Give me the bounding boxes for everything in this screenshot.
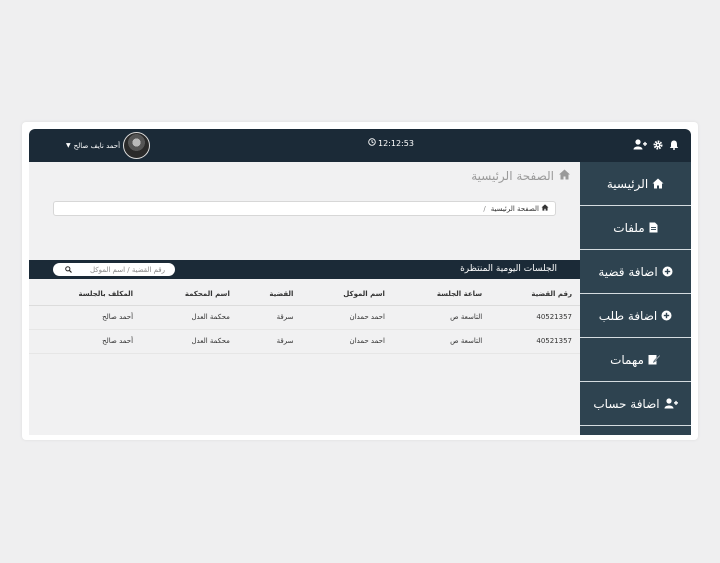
column-header: اسم الموكل	[301, 283, 393, 306]
clock-time: 12:12:53	[378, 138, 414, 148]
user-name[interactable]: أحمد نايف صالح	[74, 142, 120, 150]
plus-circle-icon	[661, 310, 672, 321]
breadcrumb-separator: /	[483, 204, 486, 213]
table-cell: أحمد صالح	[102, 337, 134, 345]
sidebar-item-label: اضافة طلب	[598, 308, 658, 323]
home-icon[interactable]	[541, 204, 549, 213]
table-cell: 40521357	[536, 313, 572, 321]
gear-icon[interactable]	[653, 139, 663, 150]
clock-icon	[368, 138, 376, 148]
main-card: 12:12:53 ▼ أحمد نايف صالح الرئيسية ملفات	[22, 122, 698, 440]
sidebar: الرئيسية ملفات اضافة قضية اضافة طلب مهما…	[580, 162, 691, 435]
sessions-header: الجلسات اليومية المنتظرة رقم القضية / اس…	[29, 260, 580, 279]
table-cell: 40521357	[536, 337, 572, 345]
sidebar-item-label: اضافة قضية	[598, 264, 658, 279]
sidebar-item-home[interactable]: الرئيسية	[580, 162, 691, 206]
main-content: الصفحة الرئيسية الصفحة الرئيسية / الجلسا…	[29, 162, 580, 435]
sidebar-item-files[interactable]: ملفات	[580, 206, 691, 250]
column-header: رقم القضية	[490, 283, 580, 306]
sidebar-item-label: مهمات	[610, 352, 644, 367]
user-menu[interactable]: ▼ أحمد نايف صالح	[66, 132, 151, 159]
user-plus-icon[interactable]	[633, 139, 647, 150]
top-navbar: 12:12:53 ▼ أحمد نايف صالح	[29, 129, 691, 162]
home-icon	[558, 169, 571, 183]
clock-display: 12:12:53	[368, 138, 414, 148]
top-icons-group	[633, 139, 679, 150]
sidebar-item-add-request[interactable]: اضافة طلب	[580, 294, 691, 338]
table-cell: سرقة	[276, 337, 294, 345]
table-cell: التاسعة ص	[450, 337, 483, 345]
sessions-table: رقم القضية ساعة الجلسة اسم الموكل القضية…	[29, 283, 580, 354]
sidebar-item-label: الرئيسية	[606, 176, 649, 191]
column-header: ساعة الجلسة	[392, 283, 491, 306]
column-header: القضية	[237, 283, 302, 306]
table-cell: احمد حمدان	[349, 313, 385, 321]
column-header: اسم المحكمة	[141, 283, 238, 306]
file-icon	[649, 222, 658, 233]
user-plus-icon	[664, 398, 678, 409]
table-cell: التاسعة ص	[450, 313, 483, 321]
avatar[interactable]	[123, 132, 151, 159]
table-cell: محكمة العدل	[191, 313, 230, 321]
plus-circle-icon	[662, 266, 673, 277]
caret-down-icon[interactable]: ▼	[66, 142, 71, 149]
table-row[interactable]: 40521357 التاسعة ص احمد حمدان سرقة محكمة…	[29, 329, 580, 353]
table-row[interactable]: 40521357 التاسعة ص احمد حمدان سرقة محكمة…	[29, 305, 580, 329]
table-cell: سرقة	[276, 313, 294, 321]
table-cell: محكمة العدل	[191, 337, 230, 345]
breadcrumb: الصفحة الرئيسية /	[53, 201, 556, 216]
sidebar-item-tasks[interactable]: مهمات	[580, 338, 691, 382]
table-cell: احمد حمدان	[349, 337, 385, 345]
sidebar-item-add-case[interactable]: اضافة قضية	[580, 250, 691, 294]
page-title: الصفحة الرئيسية	[471, 169, 571, 183]
edit-icon	[648, 354, 661, 365]
sidebar-item-add-account[interactable]: اضافة حساب	[580, 382, 691, 426]
page-title-text: الصفحة الرئيسية	[471, 169, 554, 183]
table-header-row: رقم القضية ساعة الجلسة اسم الموكل القضية…	[29, 283, 580, 306]
bell-icon[interactable]	[669, 140, 679, 150]
home-icon	[652, 178, 664, 189]
breadcrumb-current[interactable]: الصفحة الرئيسية	[491, 205, 539, 213]
search-input[interactable]: رقم القضية / اسم الموكل	[53, 263, 175, 276]
sidebar-item-label: ملفات	[613, 220, 645, 235]
sidebar-item-label: اضافة حساب	[593, 396, 660, 411]
table-cell: أحمد صالح	[102, 313, 134, 321]
column-header: المكلف بالجلسة	[29, 283, 142, 306]
sessions-title: الجلسات اليومية المنتظرة	[460, 264, 557, 274]
app-window: 12:12:53 ▼ أحمد نايف صالح الرئيسية ملفات	[29, 129, 691, 435]
